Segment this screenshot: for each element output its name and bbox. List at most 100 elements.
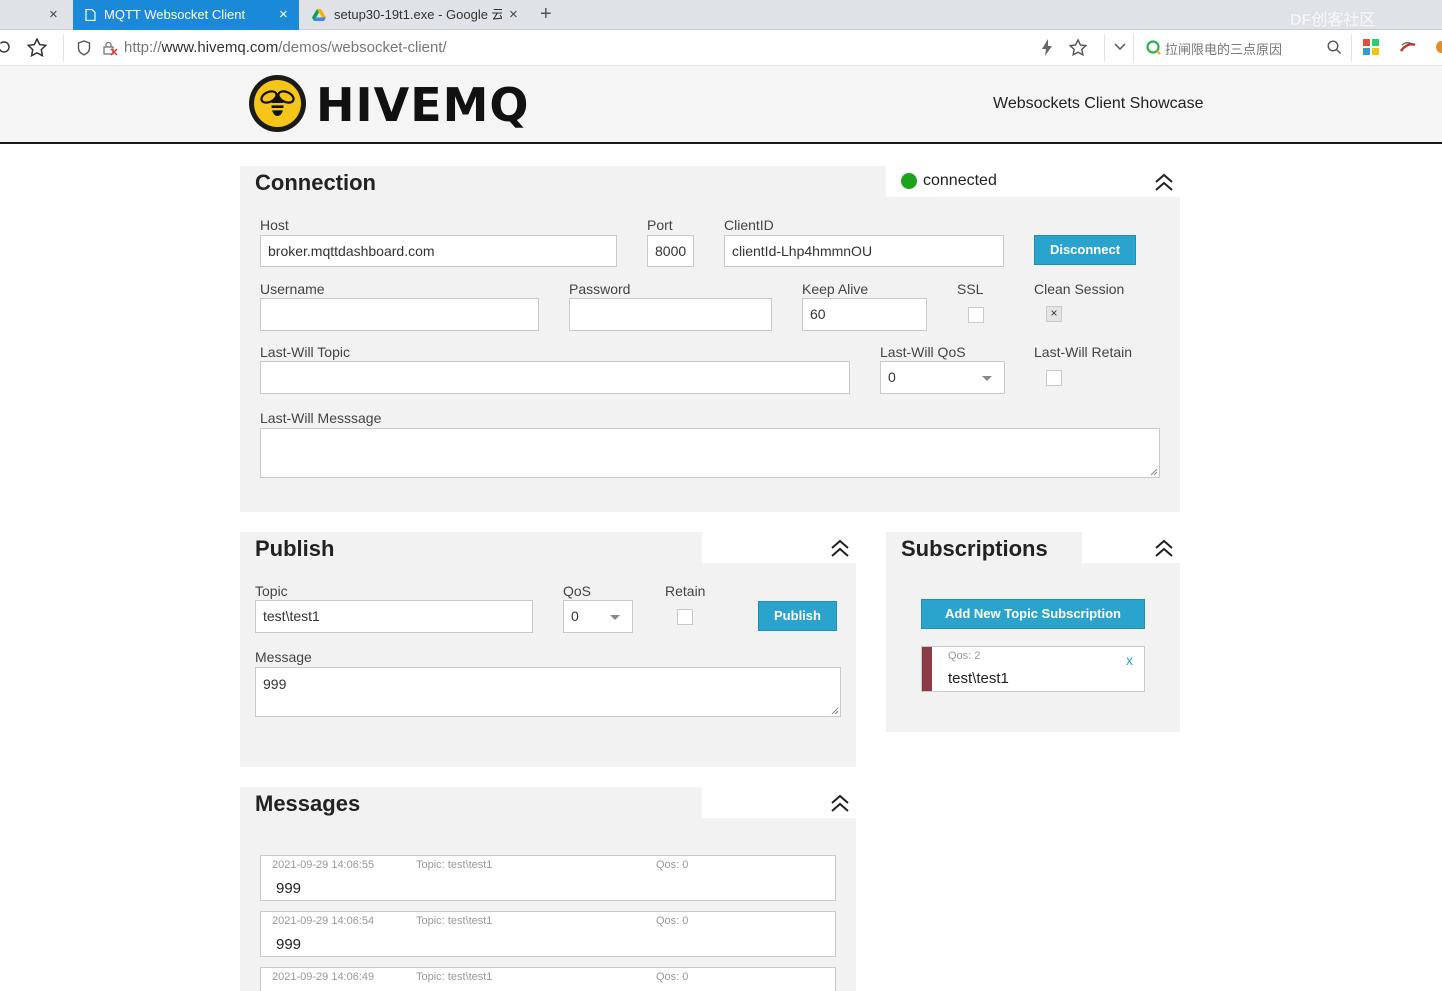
subscriptions-title: Subscriptions: [901, 536, 1048, 561]
subscription-qos: Qos: 2: [948, 650, 981, 662]
site-header: HIVEMQ Websockets Client Showcase: [0, 66, 1442, 144]
search-suggestion[interactable]: 拉闸限电的三点原因: [1165, 39, 1282, 58]
message-item[interactable]: 2021-09-29 14:06:49 Topic: test\test1 Qo…: [260, 967, 836, 991]
message-time: 2021-09-29 14:06:49: [272, 971, 375, 983]
publish-topic-input[interactable]: test\test1: [255, 600, 533, 633]
new-tab-button[interactable]: +: [540, 3, 552, 26]
lastwill-message-textarea[interactable]: [260, 428, 1160, 478]
username-input[interactable]: [260, 298, 539, 331]
url-text[interactable]: http://www.hivemq.com/demos/websocket-cl…: [124, 39, 447, 56]
host-label: Host: [260, 217, 289, 233]
search-engine-icon: [1146, 40, 1161, 55]
clientid-input[interactable]: clientId-Lhp4hmmnOU: [724, 235, 1004, 267]
logo-background: [254, 80, 301, 127]
publish-message-label: Message: [255, 649, 312, 665]
subscription-topic: test\test1: [948, 670, 1009, 687]
bee-icon: [260, 90, 295, 116]
tab-label: setup30-19t1.exe - Google 云: [334, 7, 502, 22]
prev-tab-close-icon[interactable]: ×: [49, 6, 58, 23]
port-input[interactable]: 8000: [647, 235, 694, 267]
google-drive-icon: [312, 9, 326, 21]
connection-status: connected: [923, 172, 997, 189]
df-watermark: DF创客社区: [1290, 12, 1376, 29]
hivemq-wordmark[interactable]: HIVEMQ: [316, 78, 530, 132]
keepalive-label: Keep Alive: [802, 281, 869, 297]
publish-retain-label: Retain: [665, 583, 706, 599]
resize-handle-icon[interactable]: [831, 707, 839, 715]
message-item[interactable]: 2021-09-29 14:06:54 Topic: test\test1 Qo…: [260, 911, 836, 957]
message-item[interactable]: 2021-09-29 14:06:55 Topic: test\test1 Qo…: [260, 855, 836, 901]
subscription-item[interactable]: Qos: 2 test\test1 x: [921, 646, 1145, 692]
lastwill-retain-checkbox[interactable]: [1046, 370, 1062, 386]
publish-qos-label: QoS: [563, 583, 592, 599]
clientid-label: ClientID: [724, 217, 774, 233]
apps-icon[interactable]: [1363, 39, 1379, 55]
password-input[interactable]: [569, 298, 772, 331]
lastwill-message-label: Last-Will Messsage: [260, 410, 382, 426]
tab-close-icon[interactable]: ×: [279, 0, 288, 30]
chevron-down-icon[interactable]: [1114, 43, 1126, 51]
resize-handle-icon[interactable]: [1150, 468, 1158, 476]
message-topic: Topic: test\test1: [416, 971, 493, 983]
divider: [1104, 34, 1105, 62]
tab-close-icon[interactable]: ×: [509, 0, 518, 30]
message-payload: 999: [276, 880, 302, 897]
publish-topic-label: Topic: [255, 583, 288, 599]
port-label: Port: [647, 217, 673, 233]
add-subscription-button[interactable]: Add New Topic Subscription: [921, 599, 1145, 629]
disconnect-button[interactable]: Disconnect: [1034, 235, 1136, 265]
shield-icon[interactable]: [77, 40, 91, 56]
message-time: 2021-09-29 14:06:55: [272, 859, 375, 871]
star-icon[interactable]: [27, 38, 47, 57]
extension-icon[interactable]: [1399, 39, 1417, 55]
ssl-label: SSL: [957, 281, 984, 297]
lightning-icon[interactable]: [1041, 39, 1053, 56]
lastwill-qos-label: Last-Will QoS: [880, 344, 966, 360]
password-label: Password: [569, 281, 631, 297]
username-label: Username: [260, 281, 325, 297]
collapse-chevron-icon[interactable]: [830, 538, 850, 558]
page-icon: [85, 9, 96, 21]
message-payload: 999: [276, 936, 302, 953]
hivemq-bee-logo-icon[interactable]: [249, 75, 306, 132]
lock-warning-icon[interactable]: [102, 40, 118, 56]
publish-button[interactable]: Publish: [758, 601, 837, 631]
message-topic: Topic: test\test1: [416, 915, 493, 927]
ssl-checkbox[interactable]: [968, 307, 984, 323]
lastwill-topic-input[interactable]: [260, 361, 850, 394]
divider: [1133, 34, 1134, 62]
collapse-chevron-icon[interactable]: [1154, 538, 1174, 558]
address-bar: http://www.hivemq.com/demos/websocket-cl…: [0, 30, 1442, 66]
publish-retain-checkbox[interactable]: [677, 609, 693, 625]
message-qos: Qos: 0: [656, 971, 689, 983]
lastwill-retain-label: Last-Will Retain: [1034, 344, 1133, 360]
chevron-down-icon: [982, 376, 992, 381]
collapse-chevron-icon[interactable]: [1154, 172, 1174, 192]
tab-google-drive[interactable]: setup30-19t1.exe - Google 云 ×: [302, 0, 532, 30]
url-path: /demos/websocket-client/: [278, 39, 447, 56]
chevron-down-icon: [610, 615, 620, 620]
url-scheme: http://: [124, 39, 162, 56]
tab-mqtt-websocket-client[interactable]: MQTT Websocket Client ×: [73, 0, 299, 30]
collapse-chevron-icon[interactable]: [830, 793, 850, 813]
clean-session-checkbox[interactable]: ×: [1046, 306, 1062, 322]
message-time: 2021-09-29 14:06:54: [272, 915, 375, 927]
showcase-title: Websockets Client Showcase: [993, 95, 1204, 112]
message-topic: Topic: test\test1: [416, 859, 493, 871]
search-icon[interactable]: [1327, 40, 1342, 55]
refresh-icon[interactable]: [0, 39, 12, 55]
unsubscribe-close-icon[interactable]: x: [1126, 652, 1133, 668]
publish-message-textarea[interactable]: 999: [255, 667, 841, 717]
tab-label: MQTT Websocket Client: [104, 7, 246, 22]
browser-tab-bar: × MQTT Websocket Client × setup30-19t1.e…: [0, 0, 1442, 30]
publish-qos-select[interactable]: 0: [563, 600, 633, 633]
divider: [1351, 34, 1352, 62]
extension-icon-partial[interactable]: [1436, 41, 1442, 53]
keepalive-input[interactable]: 60: [802, 298, 927, 331]
publish-message-text: 999: [263, 676, 287, 692]
lastwill-topic-label: Last-Will Topic: [260, 344, 350, 360]
bookmark-star-icon[interactable]: [1069, 39, 1087, 56]
url-host: www.hivemq.com: [161, 39, 279, 56]
host-input[interactable]: broker.mqttdashboard.com: [260, 235, 617, 267]
messages-title: Messages: [255, 791, 361, 816]
